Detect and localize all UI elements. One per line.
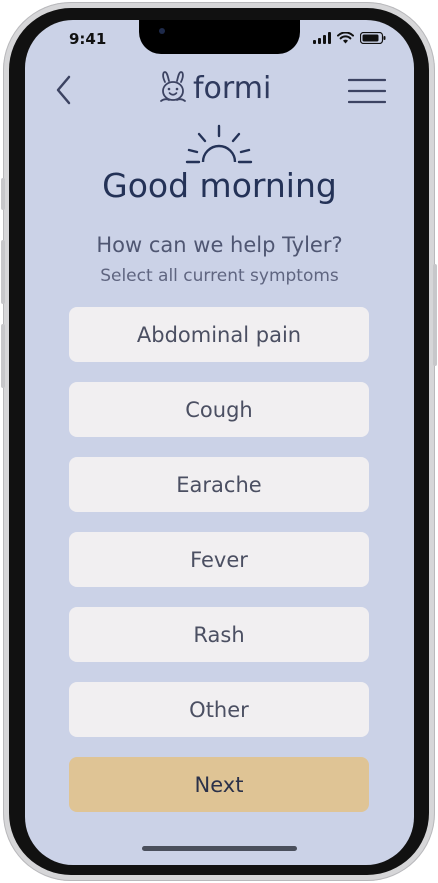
symptom-option-other[interactable]: Other: [69, 682, 369, 737]
power-button: [433, 264, 437, 366]
instruction-text: Select all current symptoms: [100, 266, 339, 286]
volume-up-button: [1, 240, 5, 304]
status-time: 9:41: [69, 30, 107, 48]
home-indicator[interactable]: [142, 846, 297, 851]
symptom-option-cough[interactable]: Cough: [69, 382, 369, 437]
symptom-options: Abdominal pain Cough Earache Fever Rash …: [69, 307, 369, 757]
top-nav: formi: [25, 68, 414, 112]
silent-switch: [1, 178, 5, 210]
app-screen: 9:41 formi Good morning How can we help …: [25, 20, 414, 865]
bunny-icon: [160, 71, 186, 102]
hamburger-menu-icon: [347, 78, 387, 104]
menu-button[interactable]: [347, 78, 387, 104]
logo-text: formi: [193, 70, 272, 106]
help-question: How can we help Tyler?: [96, 233, 343, 257]
signal-icon: [313, 32, 331, 44]
wifi-icon: [337, 32, 354, 44]
next-button[interactable]: Next: [69, 757, 369, 812]
chevron-left-icon: [56, 75, 71, 105]
back-button[interactable]: [53, 72, 77, 108]
greeting-title: Good morning: [102, 166, 337, 205]
symptom-option-abdominal-pain[interactable]: Abdominal pain: [69, 307, 369, 362]
sunrise-icon: [185, 124, 253, 164]
camera-icon: [159, 28, 165, 34]
notch: [139, 20, 300, 54]
battery-icon: [360, 32, 386, 44]
volume-down-button: [1, 324, 5, 388]
status-icons: [313, 32, 386, 44]
symptom-option-earache[interactable]: Earache: [69, 457, 369, 512]
symptom-option-fever[interactable]: Fever: [69, 532, 369, 587]
formi-logo: formi: [155, 70, 271, 106]
symptom-option-rash[interactable]: Rash: [69, 607, 369, 662]
